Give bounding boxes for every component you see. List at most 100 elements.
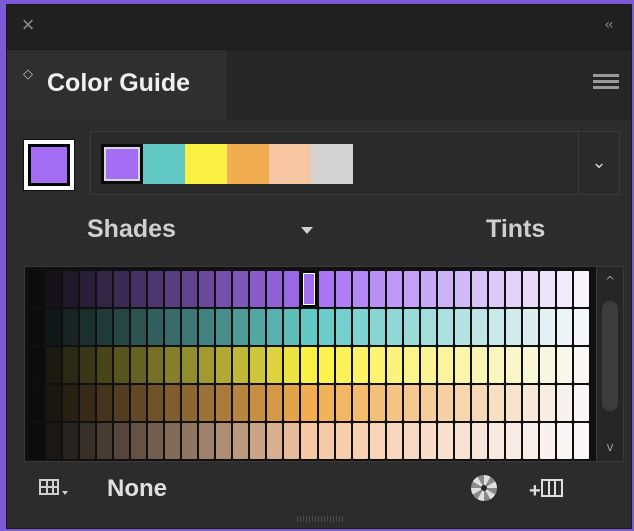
variation-swatch[interactable] [284,271,300,307]
variation-swatch[interactable] [522,347,538,383]
variation-swatch[interactable] [267,347,283,383]
variation-swatch[interactable] [182,271,198,307]
harmony-swatch[interactable] [185,144,227,184]
variation-swatch[interactable] [454,385,470,421]
variation-swatch[interactable] [114,423,130,459]
variation-swatch[interactable] [471,423,487,459]
variation-swatch[interactable] [386,347,402,383]
variation-swatch[interactable] [522,385,538,421]
close-icon[interactable]: × [17,14,39,36]
variation-swatch[interactable] [539,385,555,421]
variation-swatch[interactable] [318,271,334,307]
variation-swatch[interactable] [335,347,351,383]
variation-swatch[interactable] [114,309,130,345]
variation-swatch[interactable] [165,423,181,459]
variation-swatch[interactable] [46,271,62,307]
variation-swatch[interactable] [216,423,232,459]
variation-swatch[interactable] [301,271,317,307]
variation-swatch[interactable] [284,385,300,421]
variation-swatch[interactable] [80,423,96,459]
harmony-rules-menu[interactable]: ⌄ [90,131,620,195]
variation-swatch[interactable] [522,423,538,459]
variation-swatch[interactable] [80,347,96,383]
variation-swatch[interactable] [505,423,521,459]
variation-swatch[interactable] [63,271,79,307]
set-base-color-swatch[interactable] [23,139,75,191]
variation-swatch[interactable] [420,347,436,383]
variation-swatch[interactable] [267,423,283,459]
variation-swatch[interactable] [403,347,419,383]
variation-swatch[interactable] [182,423,198,459]
variation-swatch[interactable] [488,347,504,383]
variation-swatch[interactable] [97,347,113,383]
harmony-swatch[interactable] [101,144,143,184]
variation-swatch[interactable] [29,385,45,421]
harmony-dropdown-chevron-icon[interactable]: ⌄ [578,132,619,194]
variation-swatch[interactable] [182,385,198,421]
variation-swatch[interactable] [556,271,572,307]
variation-swatch[interactable] [369,271,385,307]
variation-swatch[interactable] [318,309,334,345]
variation-swatch[interactable] [250,347,266,383]
variation-swatch[interactable] [80,271,96,307]
variation-swatch[interactable] [216,347,232,383]
harmony-swatch[interactable] [227,144,269,184]
variation-swatch[interactable] [233,385,249,421]
variation-swatch[interactable] [97,385,113,421]
variation-swatch[interactable] [573,423,589,459]
variation-swatch[interactable] [199,423,215,459]
variation-swatch[interactable] [403,385,419,421]
variation-swatch[interactable] [131,347,147,383]
variation-swatch[interactable] [437,271,453,307]
variation-swatch[interactable] [267,309,283,345]
harmony-color-strip[interactable] [101,144,353,184]
variation-swatch[interactable] [437,423,453,459]
edit-colors-wheel-icon[interactable] [471,475,497,501]
variation-swatch[interactable] [454,423,470,459]
variation-type-dropdown-icon[interactable] [301,227,313,234]
variation-swatch[interactable] [522,271,538,307]
variation-swatch[interactable] [131,271,147,307]
variation-swatch[interactable] [114,271,130,307]
variation-swatch[interactable] [454,271,470,307]
variation-swatch[interactable] [29,423,45,459]
variation-swatch[interactable] [131,309,147,345]
variation-options-dropdown-icon[interactable] [62,491,68,495]
variation-swatch[interactable] [573,309,589,345]
variation-swatch[interactable] [46,385,62,421]
variation-swatch[interactable] [386,423,402,459]
variation-swatch[interactable] [301,423,317,459]
variation-swatch[interactable] [573,385,589,421]
variation-swatch[interactable] [420,423,436,459]
harmony-swatch[interactable] [269,144,311,184]
variation-swatch[interactable] [386,385,402,421]
scroll-up-icon[interactable]: ^ [597,271,623,291]
variation-swatch[interactable] [46,309,62,345]
variation-swatch[interactable] [454,309,470,345]
variation-swatch[interactable] [114,347,130,383]
variation-swatch[interactable] [250,423,266,459]
variation-swatch[interactable] [199,347,215,383]
variation-swatch[interactable] [539,423,555,459]
variation-swatch[interactable] [386,309,402,345]
variation-swatch[interactable] [250,271,266,307]
variation-swatch[interactable] [301,309,317,345]
variation-swatch[interactable] [454,347,470,383]
variation-swatch[interactable] [318,423,334,459]
variation-swatch[interactable] [216,271,232,307]
variation-swatch[interactable] [335,385,351,421]
variation-swatch[interactable] [233,309,249,345]
variation-swatch[interactable] [420,309,436,345]
variation-swatch[interactable] [97,423,113,459]
variation-swatch[interactable] [335,309,351,345]
variation-swatch[interactable] [233,347,249,383]
variation-swatch[interactable] [80,309,96,345]
variation-swatch[interactable] [403,423,419,459]
variation-swatch[interactable] [301,385,317,421]
harmony-swatch[interactable] [143,144,185,184]
variation-swatch[interactable] [386,271,402,307]
variation-swatch[interactable] [488,385,504,421]
variation-swatch[interactable] [97,271,113,307]
variation-swatch[interactable] [471,385,487,421]
panel-menu-icon[interactable] [593,74,619,94]
